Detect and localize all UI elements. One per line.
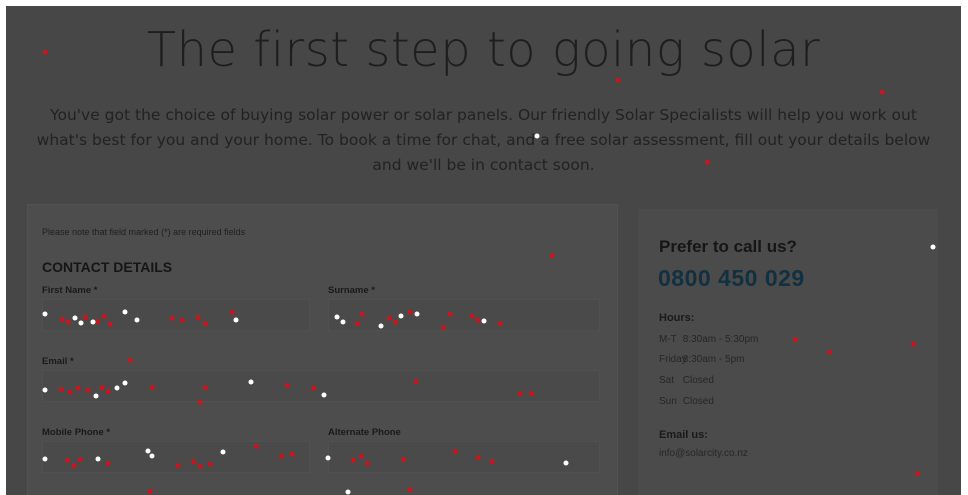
surname-field[interactable] — [328, 299, 600, 331]
hours-day: Sun — [659, 396, 677, 407]
email-label: Email * — [42, 356, 74, 367]
page-title: The first step to going solar — [146, 22, 821, 78]
dimmed-page-overlay: The first step to going solar You've got… — [6, 6, 961, 495]
hours-time: Closed — [682, 396, 714, 407]
email-field[interactable] — [42, 370, 600, 402]
hours-heading: Hours: — [659, 312, 695, 324]
intro-paragraph: You've got the choice of buying solar po… — [36, 106, 931, 174]
hours-row: Sat Closed — [659, 375, 714, 386]
hours-time: 8:30am - 5:30pm — [682, 334, 759, 345]
mobile-phone-label: Mobile Phone * — [42, 427, 111, 438]
hours-row: M-T 8:30am - 5:30pm — [659, 334, 758, 345]
mobile-phone-field[interactable] — [42, 441, 310, 473]
first-name-label: First Name * — [42, 285, 98, 296]
alternate-phone-field[interactable] — [328, 441, 600, 473]
email-us-heading: Email us: — [659, 429, 708, 441]
required-fields-note: Please note that field marked (*) are re… — [42, 227, 246, 237]
hours-time: Closed — [682, 375, 714, 386]
first-name-field[interactable] — [42, 299, 310, 331]
alternate-phone-label: Alternate Phone — [328, 427, 401, 438]
hours-time: 8:30am - 5pm — [682, 354, 745, 365]
call-us-heading: Prefer to call us? — [659, 237, 797, 256]
hours-row: Friday 8:30am - 5pm — [659, 354, 744, 365]
hours-day: M-T — [659, 334, 677, 345]
hours-day: Friday — [659, 354, 687, 365]
phone-number-link[interactable]: 0800 450 029 — [658, 265, 805, 292]
contact-details-heading: CONTACT DETAILS — [42, 259, 173, 275]
hours-row: Sun Closed — [659, 396, 714, 407]
hours-day: Sat — [659, 375, 675, 386]
contact-form: Please note that field marked (*) are re… — [27, 204, 618, 495]
contact-info-card: Prefer to call us? 0800 450 029 Hours: M… — [638, 209, 938, 495]
email-address-link[interactable]: info@solarcity.co.nz — [659, 448, 748, 459]
surname-label: Surname * — [328, 285, 375, 296]
